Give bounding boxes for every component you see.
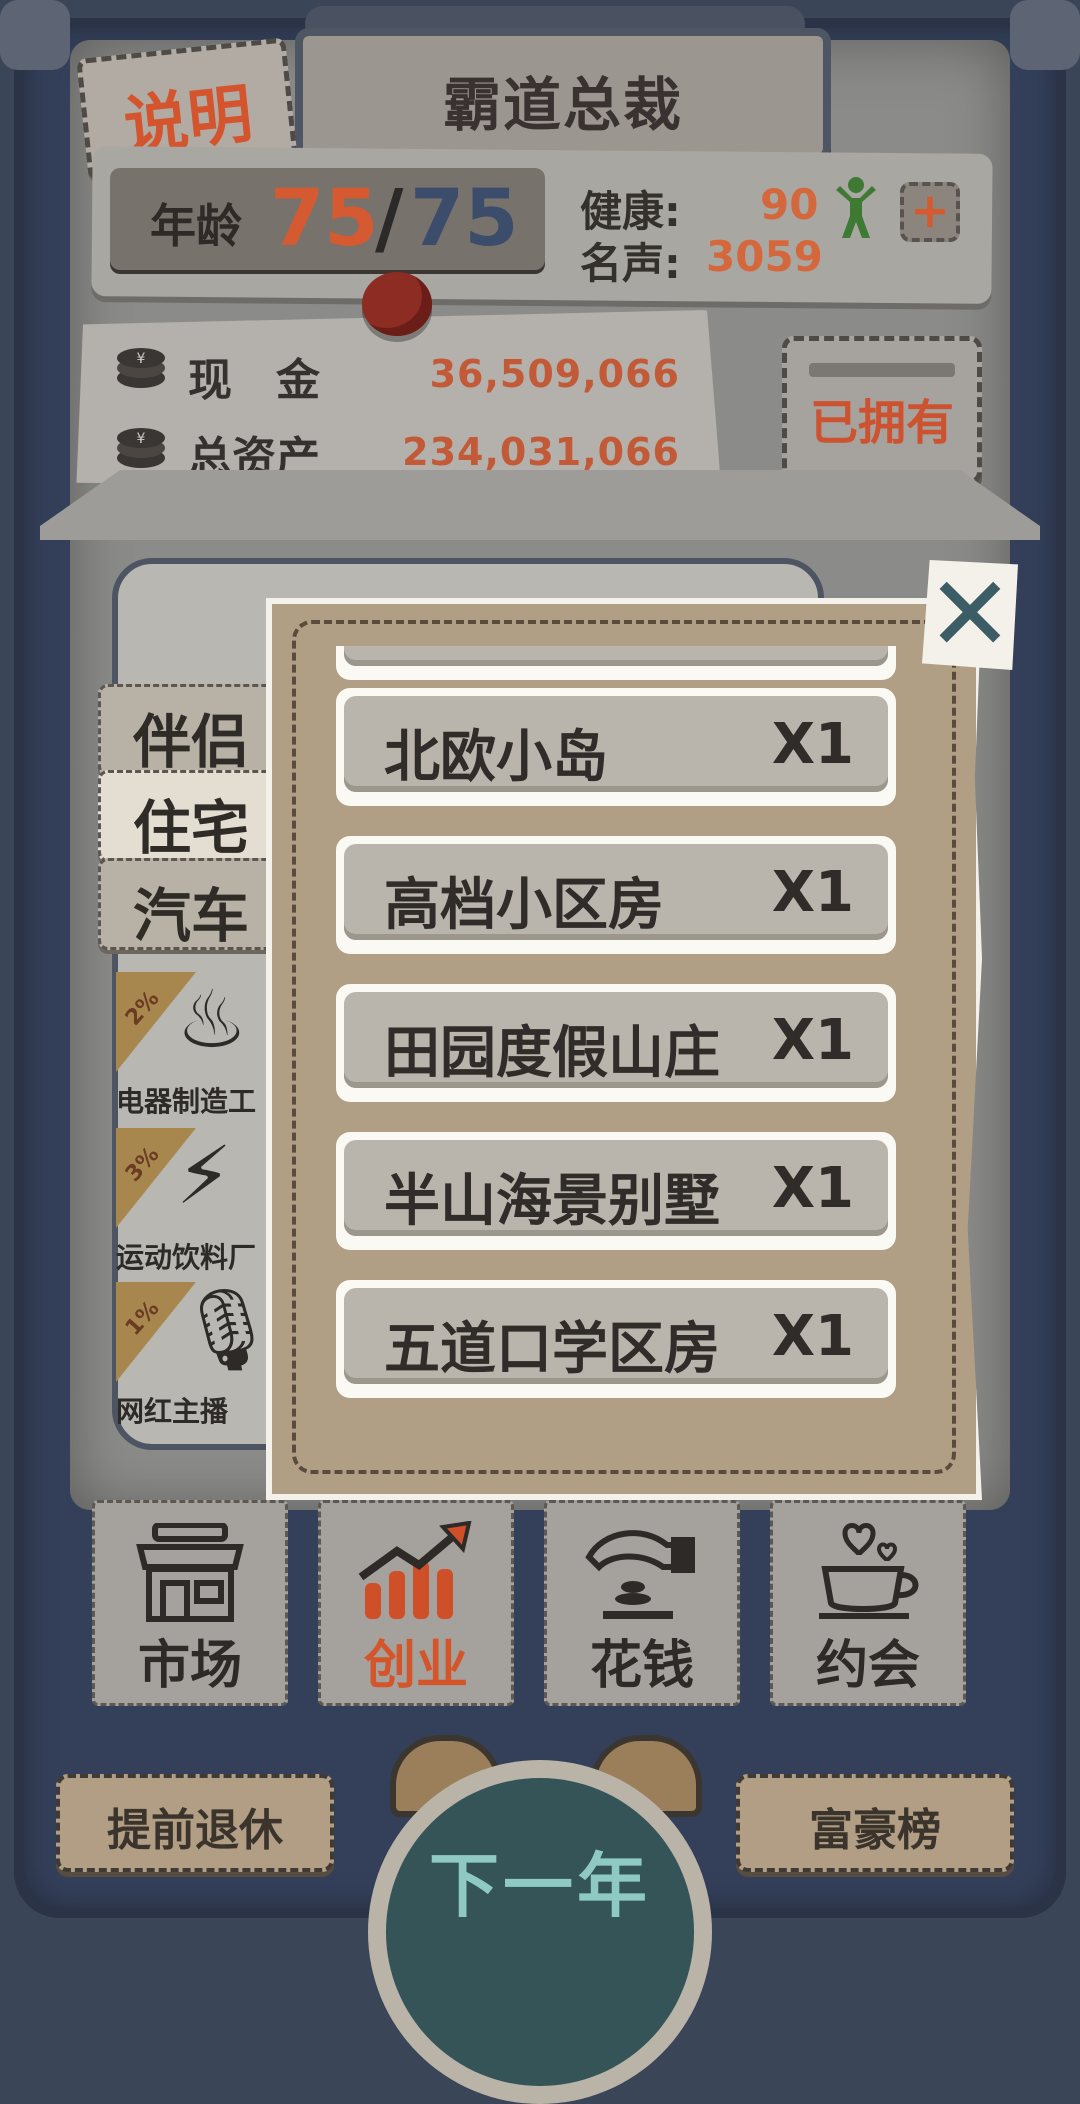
person-icon: [836, 177, 876, 238]
owned-item[interactable]: 田园度假山庄 X1: [336, 984, 896, 1102]
tab-partner[interactable]: 伴侣: [98, 684, 284, 776]
owned-item-name: 北欧小岛: [384, 725, 608, 790]
game-title: 霸道总裁: [442, 71, 683, 139]
next-year-button[interactable]: 下一年: [368, 1760, 712, 2104]
pin-icon: [362, 272, 432, 336]
tab-label: 住宅: [133, 794, 250, 862]
assets-value: 234,031,066: [402, 430, 680, 474]
hand-coins-icon: [585, 1530, 695, 1619]
owned-item-name: 五道口学区房: [384, 1317, 720, 1382]
money-card: ¥ 现 金 36,509,066 ¥ 总资产 234,031,066: [76, 310, 721, 490]
owned-item-qty: X1: [771, 712, 854, 777]
owned-item-name: 高档小区房: [384, 873, 664, 938]
close-button[interactable]: ✕: [922, 560, 1018, 670]
next-year-label: 下一年: [429, 1845, 651, 1927]
owned-item-partial: [336, 646, 896, 680]
add-health-button[interactable]: +: [900, 182, 960, 242]
owned-decor-bar: [809, 363, 955, 377]
owned-item[interactable]: 高档小区房 X1: [336, 836, 896, 954]
nav-label: 市场: [137, 1636, 242, 1696]
coffee-heart-icon: [819, 1523, 919, 1619]
fame-label: 名声:: [580, 239, 681, 288]
kettle-icon: ♨: [176, 973, 248, 1066]
coin-stack-icon: ¥: [117, 348, 165, 388]
owned-item-qty: X1: [771, 1008, 854, 1073]
owned-label: 已拥有: [809, 395, 954, 451]
close-icon: ✕: [926, 553, 1014, 675]
coin-bag-icon: ¥: [117, 428, 165, 468]
age-box: 年龄 75 / 75: [110, 168, 545, 270]
owned-item-qty: X1: [771, 1156, 854, 1221]
owned-item-qty: X1: [771, 860, 854, 925]
owned-item-name: 田园度假山庄: [384, 1021, 720, 1086]
nav-label: 花钱: [589, 1636, 694, 1696]
list-item[interactable]: 1% 🎙 网红主播: [116, 1282, 286, 1432]
age-label: 年龄: [150, 199, 242, 253]
growth-chart-icon: [358, 1521, 472, 1619]
cash-label: 现 金: [188, 355, 320, 406]
tab-residence[interactable]: 住宅: [98, 770, 284, 862]
owned-item[interactable]: 半山海景别墅 X1: [336, 1132, 896, 1250]
svg-text:¥: ¥: [137, 431, 146, 447]
age-current: 75: [270, 174, 379, 264]
title-plate: 霸道总裁: [295, 28, 831, 162]
shop-icon: [136, 1523, 244, 1622]
owned-button[interactable]: 已拥有: [782, 336, 982, 484]
svg-text:¥: ¥: [137, 351, 146, 367]
tab-label: 汽车: [133, 882, 250, 950]
age-separator: /: [375, 174, 404, 264]
rich-list-button[interactable]: 富豪榜: [736, 1774, 1014, 1872]
owned-item-name: 半山海景别墅: [384, 1169, 720, 1234]
nav-tab-date[interactable]: 约会: [770, 1500, 966, 1706]
tab-car[interactable]: 汽车: [98, 858, 284, 950]
nav-tab-startup[interactable]: 创业: [318, 1500, 514, 1706]
frame-corner: [0, 0, 70, 70]
owned-item-qty: X1: [771, 1304, 854, 1369]
cash-value: 36,509,066: [429, 352, 680, 396]
list-item[interactable]: 3% ⚡ 运动饮料厂: [116, 1128, 286, 1278]
early-retire-button[interactable]: 提前退休: [56, 1774, 334, 1872]
health-value: 90: [760, 180, 819, 229]
owned-items-modal: 北欧小岛 X1 高档小区房 X1 田园度假山庄 X1 半山海景别墅 X1 五道口: [266, 598, 982, 1500]
owned-items-list[interactable]: 北欧小岛 X1 高档小区房 X1 田园度假山庄 X1 半山海景别墅 X1 五道口: [336, 646, 906, 1446]
owned-item[interactable]: 北欧小岛 X1: [336, 688, 896, 806]
clock-face: 下一年: [386, 1778, 694, 2086]
nav-tab-market[interactable]: 市场: [92, 1500, 288, 1706]
tab-label: 伴侣: [133, 708, 250, 776]
fame-value: 3059: [706, 232, 823, 281]
owned-item[interactable]: 五道口学区房 X1: [336, 1280, 896, 1398]
list-item[interactable]: 2% ♨ 电器制造工: [116, 972, 286, 1122]
nav-tab-spend[interactable]: 花钱: [544, 1500, 740, 1706]
bottle-icon: ⚡: [176, 1129, 233, 1222]
frame-corner: [1010, 0, 1080, 70]
cash-row: ¥ 现 金 36,509,066: [77, 328, 721, 406]
nav-label: 创业: [363, 1636, 468, 1696]
paper-ledge: [40, 470, 1040, 540]
nav-label: 约会: [815, 1636, 920, 1696]
early-retire-label: 提前退休: [107, 1805, 283, 1856]
rich-list-label: 富豪榜: [809, 1805, 941, 1856]
microphone-icon: 🎙: [176, 1283, 278, 1376]
age-max: 75: [410, 174, 519, 264]
